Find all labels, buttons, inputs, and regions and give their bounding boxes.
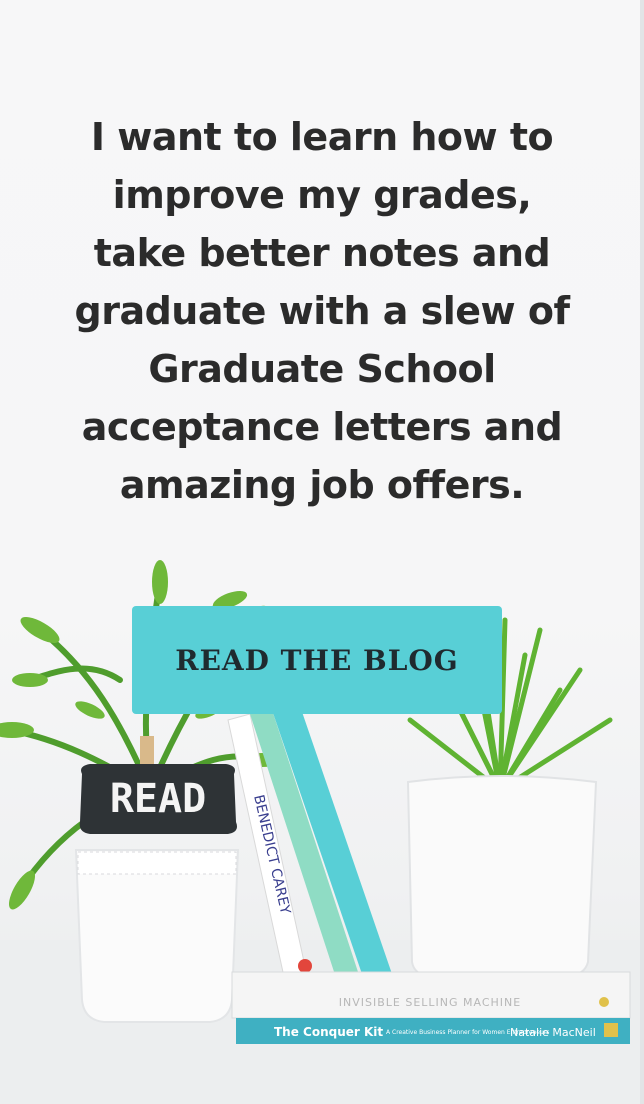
book-bottom-title: The Conquer Kit <box>274 1025 383 1039</box>
left-pot <box>74 849 240 1023</box>
right-pot <box>406 775 598 977</box>
hero-headline: I want to learn how to improve my grades… <box>74 115 571 507</box>
book-top-title: INVISIBLE SELLING MACHINE <box>339 996 521 1009</box>
chalkboard-text: READ <box>110 776 206 822</box>
stacked-books: INVISIBLE SELLING MACHINE The Conquer Ki… <box>231 971 631 1044</box>
hero-section: I want to learn how to improve my grades… <box>0 0 644 1104</box>
book-bottom-author: Natalie MacNeil <box>510 1026 596 1039</box>
read-the-blog-button[interactable]: READ THE BLOG <box>132 606 502 714</box>
page-scroll-edge <box>640 0 644 1104</box>
